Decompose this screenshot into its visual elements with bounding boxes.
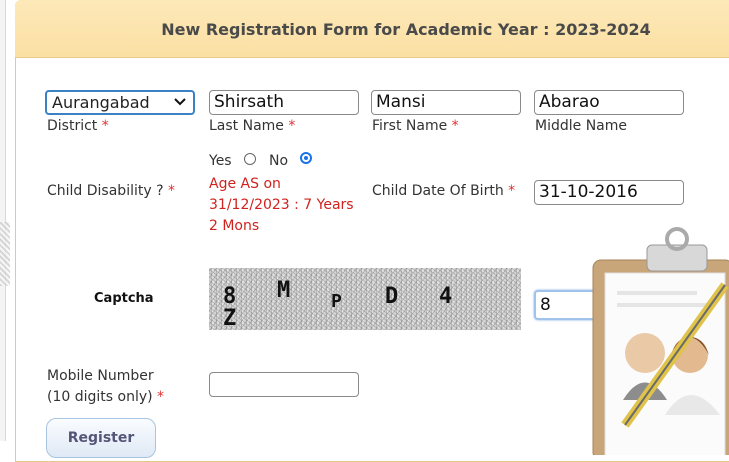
- district-label: District *: [47, 118, 109, 134]
- captcha-image: 8 M P D 4Z: [209, 268, 521, 331]
- last-name-input[interactable]: Shirsath: [209, 90, 359, 115]
- panel-header: New Registration Form for Academic Year …: [15, 0, 729, 58]
- child-disability-label: Child Disability ? *: [47, 183, 175, 199]
- district-select[interactable]: Aurangabad: [45, 90, 195, 115]
- chevron-down-icon: [174, 98, 186, 106]
- captcha-char: Z: [223, 306, 237, 331]
- captcha-label: Captcha: [94, 291, 154, 306]
- last-name-label: Last Name *: [209, 118, 296, 134]
- disability-yes-label: Yes: [209, 153, 232, 169]
- disability-yes-radio[interactable]: [244, 153, 256, 165]
- middle-name-label: Middle Name: [535, 118, 627, 134]
- first-name-input[interactable]: Mansi: [371, 90, 521, 115]
- captcha-text: 8 M P D 4Z: [223, 278, 521, 334]
- clipboard-illustration-icon: [592, 227, 729, 455]
- captcha-char: 4: [439, 284, 453, 309]
- middle-name-input[interactable]: Abarao: [534, 90, 684, 115]
- dob-input[interactable]: 31-10-2016: [534, 180, 684, 205]
- district-selected-value: Aurangabad: [52, 93, 150, 112]
- form-title: New Registration Form for Academic Year …: [161, 20, 651, 39]
- required-marker: *: [157, 389, 165, 405]
- required-marker: *: [101, 118, 109, 134]
- disability-no-radio[interactable]: [300, 152, 312, 164]
- dob-label: Child Date Of Birth *: [372, 183, 516, 199]
- captcha-char: D: [385, 284, 399, 309]
- required-marker: *: [508, 183, 516, 199]
- left-edge-pattern: [0, 222, 10, 286]
- age-note: Age AS on 31/12/2023 : 7 Years 2 Mons: [209, 176, 354, 234]
- disability-no-label: No: [269, 153, 289, 169]
- mobile-label: Mobile Number (10 digits only) *: [47, 368, 165, 405]
- required-marker: *: [167, 183, 175, 199]
- first-name-label: First Name *: [372, 118, 459, 134]
- captcha-char: P: [331, 291, 342, 312]
- captcha-char: M: [277, 278, 291, 303]
- required-marker: *: [451, 118, 459, 134]
- required-marker: *: [288, 118, 296, 134]
- mobile-input[interactable]: [209, 372, 359, 397]
- left-edge-strip: [0, 0, 6, 441]
- register-button[interactable]: Register: [46, 418, 156, 458]
